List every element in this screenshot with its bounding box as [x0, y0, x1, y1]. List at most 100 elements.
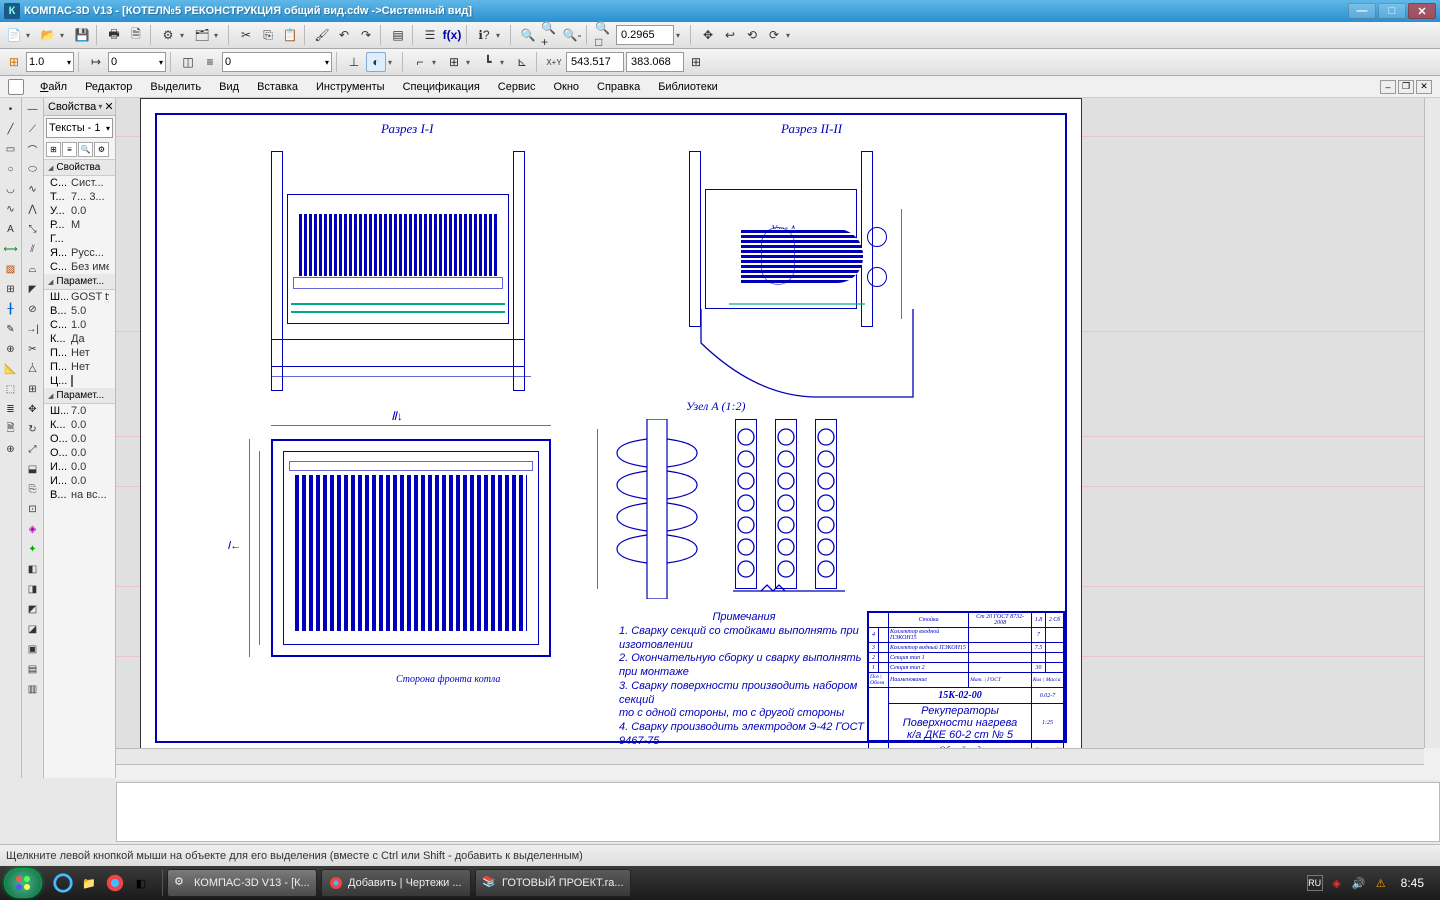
- prop-row[interactable]: С...Сист...: [44, 176, 115, 190]
- prop-row[interactable]: Ш...7.0: [44, 404, 115, 418]
- text-tool-icon[interactable]: A: [2, 220, 20, 238]
- polyline-icon[interactable]: ⋀: [24, 200, 42, 218]
- properties-close-icon[interactable]: ✕: [104, 100, 113, 113]
- step-icon[interactable]: ↦: [86, 52, 106, 72]
- zoom-in-icon[interactable]: 🔍+: [540, 25, 560, 45]
- ortho-mode-icon[interactable]: ⊾: [512, 52, 532, 72]
- vars-icon[interactable]: f(x): [442, 25, 462, 45]
- zoom-dropdown[interactable]: ▾: [676, 31, 686, 40]
- array-icon[interactable]: ⊞: [24, 380, 42, 398]
- table-tool-icon[interactable]: ⊞: [2, 280, 20, 298]
- update-dropdown[interactable]: ▾: [786, 31, 796, 40]
- zoom-window-icon[interactable]: 🔍: [518, 25, 538, 45]
- prop-row[interactable]: В...5.0: [44, 304, 115, 318]
- properties-dropdown[interactable]: ▾: [98, 102, 102, 111]
- tray-shield-icon[interactable]: ◈: [1329, 875, 1345, 891]
- select-tool-icon[interactable]: ⬚: [2, 380, 20, 398]
- mdi-minimize-button[interactable]: –: [1380, 80, 1396, 94]
- misc2-icon[interactable]: ◨: [24, 580, 42, 598]
- maximize-button[interactable]: □: [1378, 3, 1406, 19]
- param-tool-icon[interactable]: ⊕: [2, 340, 20, 358]
- props-dropdown[interactable]: ▾: [180, 31, 190, 40]
- picon-1[interactable]: ⊞: [46, 142, 61, 157]
- grid-dropdown[interactable]: ▾: [466, 58, 476, 67]
- tray-clock[interactable]: 8:45: [1395, 876, 1430, 890]
- brush-icon[interactable]: 🖌: [312, 25, 332, 45]
- bezier-icon[interactable]: ∿: [24, 180, 42, 198]
- misc5-icon[interactable]: ▣: [24, 640, 42, 658]
- fillet-icon[interactable]: ⌓: [24, 260, 42, 278]
- menu-file[interactable]: Файлdocument.currentScript.previousSibli…: [32, 79, 75, 95]
- misc6-icon[interactable]: ▤: [24, 660, 42, 678]
- offset-icon[interactable]: ⫽: [24, 240, 42, 258]
- print-icon[interactable]: 🖶: [104, 25, 124, 45]
- prop-section-2[interactable]: Парамет...: [44, 274, 115, 290]
- zoom-prev-icon[interactable]: ↩: [720, 25, 740, 45]
- menu-spec[interactable]: Спецификация: [395, 79, 488, 95]
- prop-row[interactable]: Я...Русс...: [44, 246, 115, 260]
- zoom-input[interactable]: [616, 25, 674, 45]
- task-kompas[interactable]: ⚙ КОМПАС-3D V13 - [К...: [167, 869, 317, 897]
- spline-tool-icon[interactable]: ∿: [2, 200, 20, 218]
- move-icon[interactable]: ✥: [24, 400, 42, 418]
- linestyle-select[interactable]: 0▾: [222, 52, 332, 72]
- redraw-icon[interactable]: ⟲: [742, 25, 762, 45]
- drawing-canvas[interactable]: Разрез I-I Разрез II-II Узел A (1:2) Узе…: [116, 98, 1424, 748]
- menu-service[interactable]: Сервис: [490, 79, 544, 95]
- prop-row[interactable]: О...0.0: [44, 446, 115, 460]
- picon-2[interactable]: ≡: [62, 142, 77, 157]
- menu-insert[interactable]: Вставка: [249, 79, 306, 95]
- task-browser[interactable]: Добавить | Чертежи ...: [321, 869, 471, 897]
- redo-icon[interactable]: ↷: [356, 25, 376, 45]
- prop-section-1[interactable]: Свойства: [44, 160, 115, 176]
- copy-geom-icon[interactable]: ⎘: [24, 480, 42, 498]
- cut-icon[interactable]: ✂: [236, 25, 256, 45]
- seg2-icon[interactable]: ⟋: [24, 120, 42, 138]
- coord-toggle-icon[interactable]: ⊞: [686, 52, 706, 72]
- props-icon[interactable]: ⚙: [158, 25, 178, 45]
- prop-row[interactable]: Ш...GOST ty: [44, 290, 115, 304]
- tray-sound-icon[interactable]: 🔊: [1351, 875, 1367, 891]
- new-dropdown[interactable]: ▾: [26, 31, 36, 40]
- rect-tool-icon[interactable]: ▭: [2, 140, 20, 158]
- vertical-scrollbar[interactable]: [1424, 98, 1440, 748]
- snap-end-icon[interactable]: ⌐: [410, 52, 430, 72]
- snap-select[interactable]: 1.0▾: [26, 52, 74, 72]
- prop-row[interactable]: П...Нет: [44, 346, 115, 360]
- lib-icon[interactable]: ✦: [24, 540, 42, 558]
- point-tool-icon[interactable]: •: [2, 100, 20, 118]
- line-tool-icon[interactable]: ╱: [2, 120, 20, 138]
- round-icon[interactable]: ◐: [366, 52, 386, 72]
- hatch-tool-icon[interactable]: ▨: [2, 260, 20, 278]
- ortho-icon[interactable]: ⊥: [344, 52, 364, 72]
- prop-row[interactable]: И...0.0: [44, 460, 115, 474]
- misc7-icon[interactable]: ▥: [24, 680, 42, 698]
- prop-row[interactable]: У...0.0: [44, 204, 115, 218]
- ellipse-icon[interactable]: ⬭: [24, 160, 42, 178]
- grid-icon[interactable]: ⊞: [444, 52, 464, 72]
- horizontal-scrollbar[interactable]: [116, 748, 1424, 764]
- deform-icon[interactable]: ⬓: [24, 460, 42, 478]
- start-button[interactable]: [4, 868, 42, 898]
- layers-icon[interactable]: ▤: [388, 25, 408, 45]
- misc3-icon[interactable]: ◩: [24, 600, 42, 618]
- manage-dropdown[interactable]: ▾: [214, 31, 224, 40]
- insert-tool-icon[interactable]: ⊕: [2, 440, 20, 458]
- grid-snap-icon[interactable]: ⊞: [4, 52, 24, 72]
- macro-icon[interactable]: ◈: [24, 520, 42, 538]
- mdi-restore-button[interactable]: ❐: [1398, 80, 1414, 94]
- prop-row[interactable]: К...Да: [44, 332, 115, 346]
- undo-icon[interactable]: ↶: [334, 25, 354, 45]
- new-doc-icon[interactable]: 📄: [4, 25, 24, 45]
- extend-icon[interactable]: →|: [24, 320, 42, 338]
- ql-ie-icon[interactable]: [52, 872, 74, 894]
- task-winrar[interactable]: 📚 ГОТОВЫЙ ПРОЕКТ.ra...: [475, 869, 631, 897]
- ql-app-icon[interactable]: ◧: [130, 872, 152, 894]
- coord-x-input[interactable]: [566, 52, 624, 72]
- paste-icon[interactable]: 📋: [280, 25, 300, 45]
- close-button[interactable]: ✕: [1408, 3, 1436, 19]
- menu-editor[interactable]: Редактор: [77, 79, 140, 95]
- picon-4[interactable]: ⚙: [94, 142, 109, 157]
- manage-icon[interactable]: 🗂: [192, 25, 212, 45]
- coord-y-input[interactable]: [626, 52, 684, 72]
